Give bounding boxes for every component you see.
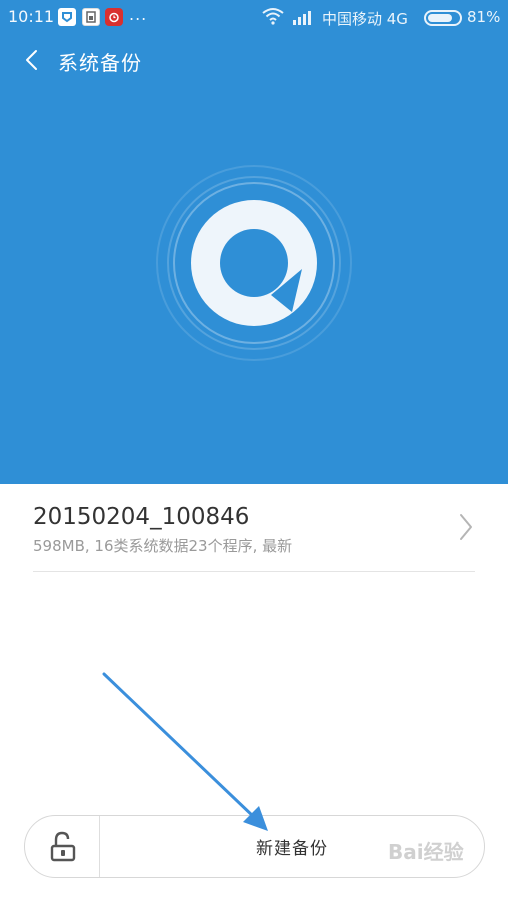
watermark: Bai经验 bbox=[388, 840, 464, 864]
status-time: 10:11 bbox=[8, 7, 55, 26]
backup-description: 598MB, 16类系统数据23个程序, 最新 bbox=[33, 537, 293, 555]
more-notifications-indicator: ... bbox=[129, 5, 148, 24]
wifi-icon bbox=[262, 8, 284, 25]
backup-logo-icon bbox=[156, 165, 352, 361]
backup-list-item[interactable]: 20150204_100846 598MB, 16类系统数据23个程序, 最新 bbox=[0, 484, 508, 572]
lock-button[interactable] bbox=[25, 816, 99, 877]
status-bar: 10:11 ... 中国移动 4G 81% bbox=[0, 0, 508, 36]
chevron-right-icon bbox=[460, 514, 472, 540]
unlock-icon bbox=[50, 831, 76, 862]
battery-percent: 81% bbox=[467, 8, 501, 26]
sim-icon bbox=[82, 8, 100, 26]
page-title: 系统备份 bbox=[58, 51, 142, 75]
carrier-label: 中国移动 4G bbox=[322, 10, 408, 28]
signal-icon bbox=[293, 11, 311, 25]
alarm-icon bbox=[105, 8, 123, 26]
chevron-left-icon[interactable] bbox=[22, 48, 44, 72]
app-notification-icon bbox=[58, 8, 76, 26]
battery-icon bbox=[424, 10, 462, 26]
battery-level bbox=[428, 14, 453, 22]
list-divider bbox=[33, 571, 475, 572]
backup-name: 20150204_100846 bbox=[33, 504, 250, 530]
